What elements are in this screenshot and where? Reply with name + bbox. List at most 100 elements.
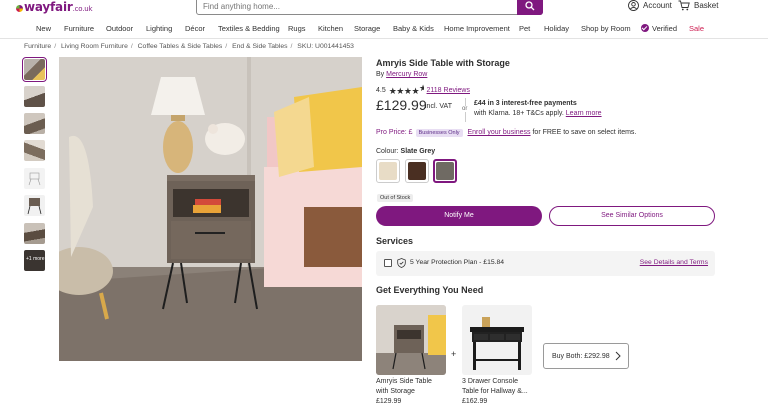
buy-both-button[interactable]: Buy Both: £292.98 — [543, 343, 629, 369]
nav-item-pet[interactable]: Pet — [519, 24, 530, 33]
nav-item-furniture[interactable]: Furniture — [64, 24, 94, 33]
colour-label: Colour: Slate Grey — [376, 148, 435, 155]
user-icon — [628, 0, 639, 11]
breadcrumb-item[interactable]: Living Room Furniture — [61, 43, 128, 50]
thumbnail[interactable] — [24, 113, 45, 134]
colour-swatch-brown[interactable] — [405, 159, 429, 183]
breadcrumb-item[interactable]: Furniture — [24, 43, 51, 50]
notify-me-button[interactable]: Notify Me — [376, 206, 542, 226]
nav-item-storage[interactable]: Storage — [354, 24, 380, 33]
nav-item-outdoor[interactable]: Outdoor — [106, 24, 133, 33]
console-table-thumbnail — [470, 317, 524, 370]
klarna-terms: with Klarna. 18+ T&Cs apply. Learn more — [474, 110, 602, 117]
colour-swatch-slate-grey[interactable] — [433, 159, 457, 183]
nav-item-lighting[interactable]: Lighting — [146, 24, 172, 33]
colour-swatch-light[interactable] — [376, 159, 400, 183]
thumbnail[interactable] — [24, 168, 45, 189]
inc-vat-label: incl. VAT — [425, 103, 452, 110]
chevron-right-icon — [615, 351, 621, 361]
reviews-link[interactable]: 2118 Reviews — [427, 87, 470, 94]
nav-item-decor[interactable]: Décor — [185, 24, 205, 33]
nav-item-baby-kids[interactable]: Baby & Kids — [393, 24, 434, 33]
product-price: £129.99 — [376, 97, 427, 113]
thumbnail-more[interactable]: +1 more — [24, 250, 45, 271]
logo-mark-icon — [12, 2, 24, 12]
nav-item-kitchen[interactable]: Kitchen — [318, 24, 343, 33]
protection-plan-label: 5 Year Protection Plan - £15.84 — [410, 259, 505, 266]
account-link[interactable]: Account — [628, 0, 672, 11]
thumbnail[interactable] — [24, 86, 45, 107]
thumbnail[interactable] — [24, 140, 45, 161]
bundle-item-image[interactable] — [376, 305, 446, 375]
breadcrumb: Furniture / Living Room Furniture / Coffee… — [24, 43, 354, 50]
nav-item-shop-by-room[interactable]: Shop by Room — [581, 24, 631, 33]
basket-icon — [678, 0, 690, 11]
klarna-terms-text: with Klarna. 18+ T&Cs apply. — [474, 110, 564, 117]
breadcrumb-item[interactable]: End & Side Tables — [232, 43, 287, 50]
bundle-heading: Get Everything You Need — [376, 285, 484, 295]
thumbnail[interactable] — [24, 223, 45, 244]
nav-item-sale[interactable]: Sale — [689, 24, 704, 33]
nav-item-rugs[interactable]: Rugs — [288, 24, 306, 33]
side-table-thumbnail — [376, 305, 446, 375]
bundle-item-name[interactable]: Amryis Side Table with Storage — [376, 377, 432, 397]
account-label: Account — [643, 1, 672, 10]
bundle-item-image[interactable] — [462, 305, 532, 375]
buy-both-label: Buy Both: £292.98 — [552, 353, 610, 360]
bundle-item-name-line: Amryis Side Table — [376, 378, 432, 385]
nav-item-new[interactable]: New — [36, 24, 51, 33]
pro-price-label: Pro Price: £ — [376, 129, 413, 136]
main-product-image[interactable] — [59, 57, 362, 361]
search-button[interactable] — [517, 0, 543, 15]
nav-item-home-improvement[interactable]: Home Improvement — [444, 24, 510, 33]
thumbnail[interactable] — [22, 57, 47, 82]
basket-link[interactable]: Basket — [678, 0, 718, 11]
nav-item-verified[interactable]: Verified — [641, 24, 677, 33]
top-bar: wayfair.co.uk Account Basket — [0, 0, 768, 18]
swatch-fill — [408, 162, 426, 180]
bundle-item-price: £162.99 — [462, 398, 488, 405]
see-similar-options-button[interactable]: See Similar Options — [549, 206, 715, 226]
bundle-item-price: £129.99 — [376, 398, 402, 405]
thumbnail[interactable] — [24, 195, 45, 216]
plus-sign: + — [451, 349, 457, 359]
brand-link[interactable]: Mercury Row — [386, 71, 427, 78]
rating: 4.5 ★★★★★ 2118 Reviews — [376, 83, 470, 97]
or-label: or — [462, 106, 468, 112]
product-title: Amryis Side Table with Storage — [376, 58, 510, 68]
out-of-stock-badge: Out of Stock — [377, 194, 414, 202]
category-nav: New Furniture Outdoor Lighting Décor Tex… — [0, 19, 768, 39]
search-input[interactable] — [203, 2, 503, 11]
brand-line: By Mercury Row — [376, 71, 427, 78]
protection-plan-checkbox[interactable] — [384, 259, 392, 267]
klarna-offer: £44 in 3 interest-free payments — [474, 100, 577, 107]
bundle-item-name-line: Table for Hallway &... — [462, 388, 528, 395]
bundle-item-name-line: with Storage — [376, 388, 415, 395]
bundle-item-name[interactable]: 3 Drawer Console Table for Hallway &... — [462, 377, 528, 397]
pro-price-row: Pro Price: £ Businesses Only Enroll your … — [376, 129, 636, 137]
product-silhouette-icon — [27, 198, 42, 215]
verified-icon — [641, 24, 649, 32]
swatch-fill — [379, 162, 397, 180]
rating-value: 4.5 — [376, 86, 386, 94]
see-details-link[interactable]: See Details and Terms — [640, 259, 708, 266]
product-photo-illustration — [59, 57, 362, 361]
by-label: By — [376, 71, 385, 78]
bundle-item-name-line: 3 Drawer Console — [462, 378, 519, 385]
colour-label-text: Colour: — [376, 148, 399, 155]
nav-item-holiday[interactable]: Holiday — [544, 24, 569, 33]
star-rating-icon: ★★★★★ — [388, 83, 424, 96]
protection-plan-row: 5 Year Protection Plan - £15.84 See Deta… — [376, 251, 715, 276]
businesses-only-badge: Businesses Only — [415, 129, 463, 137]
selected-colour: Slate Grey — [400, 148, 436, 155]
breadcrumb-item[interactable]: Coffee Tables & Side Tables — [138, 43, 223, 50]
nav-item-textiles-bedding[interactable]: Textiles & Bedding — [218, 24, 280, 33]
sku-label: SKU: U001441453 — [297, 43, 354, 50]
search-icon — [525, 1, 535, 11]
learn-more-link[interactable]: Learn more — [566, 110, 602, 117]
services-heading: Services — [376, 236, 414, 246]
wayfair-logo[interactable]: wayfair.co.uk — [12, 0, 93, 14]
nav-item-verified-label: Verified — [652, 24, 678, 33]
enroll-business-link[interactable]: Enroll your business — [468, 129, 531, 136]
shield-icon — [397, 258, 406, 268]
